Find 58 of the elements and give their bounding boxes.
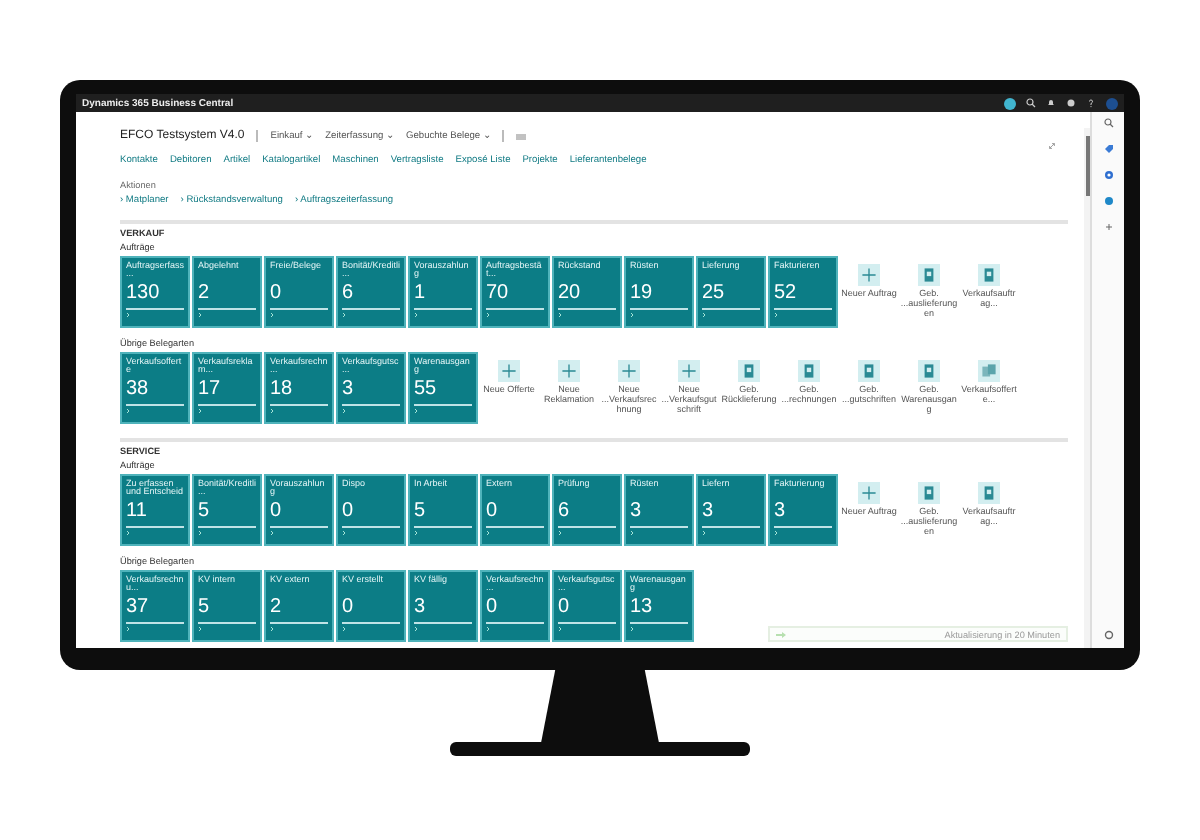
- help-icon[interactable]: [1086, 98, 1096, 108]
- stacked-pages-icon[interactable]: [978, 360, 1000, 382]
- tag-icon[interactable]: [1103, 144, 1113, 154]
- circle-icon[interactable]: [1103, 196, 1113, 206]
- expand-icon[interactable]: [1048, 142, 1056, 150]
- tile-count: 11: [126, 501, 149, 521]
- tile-count: 5: [198, 501, 212, 521]
- tile-count: 0: [486, 501, 500, 521]
- document-icon[interactable]: [918, 264, 940, 286]
- document-icon[interactable]: [918, 360, 940, 382]
- tile-count: 3: [630, 501, 644, 521]
- tile-count: 0: [486, 597, 500, 617]
- tile-count: 2: [270, 597, 284, 617]
- document-icon[interactable]: [978, 264, 1000, 286]
- tile-count: 0: [342, 501, 356, 521]
- tile-count: 38: [126, 379, 151, 399]
- tile-count: 1: [414, 283, 428, 303]
- document-icon[interactable]: [978, 482, 1000, 504]
- tile-count: 20: [558, 283, 583, 303]
- plus-icon[interactable]: [498, 360, 520, 382]
- tile-count: 3: [414, 597, 428, 617]
- tile-count: 130: [126, 283, 162, 303]
- circle-icon[interactable]: [1103, 170, 1113, 180]
- document-icon[interactable]: [918, 482, 940, 504]
- tile-count: 3: [342, 379, 356, 399]
- user-avatar-icon[interactable]: [1106, 97, 1118, 109]
- tile-count: 3: [702, 501, 716, 521]
- plus-icon[interactable]: [1103, 222, 1113, 232]
- plus-icon[interactable]: [558, 360, 580, 382]
- document-icon[interactable]: [798, 360, 820, 382]
- tile-count: 0: [270, 283, 284, 303]
- tile-count: 37: [126, 597, 151, 617]
- tile-count: 17: [198, 379, 223, 399]
- plus-icon[interactable]: [858, 264, 880, 286]
- tile-count: 25: [702, 283, 727, 303]
- tile-count: 13: [630, 597, 655, 617]
- bell-icon[interactable]: [1046, 98, 1056, 108]
- tile-count: 0: [270, 501, 284, 521]
- tile-count: 18: [270, 379, 295, 399]
- plus-icon[interactable]: [858, 482, 880, 504]
- tile-count: 0: [342, 597, 356, 617]
- tile-count: 52: [774, 283, 799, 303]
- tile-count: 2: [198, 283, 212, 303]
- tile-count: 6: [558, 501, 572, 521]
- tile-count: 55: [414, 379, 439, 399]
- search-icon[interactable]: [1103, 118, 1113, 128]
- document-icon[interactable]: [858, 360, 880, 382]
- tile-count: 6: [342, 283, 356, 303]
- tile-count: 5: [414, 501, 428, 521]
- tile-count: 3: [774, 501, 788, 521]
- plus-icon[interactable]: [618, 360, 640, 382]
- arrow-icon: [776, 631, 786, 637]
- plus-icon[interactable]: [678, 360, 700, 382]
- tile-count: 19: [630, 283, 655, 303]
- tile-count: 70: [486, 283, 511, 303]
- tile-count: 0: [558, 597, 572, 617]
- document-icon[interactable]: [738, 360, 760, 382]
- tile-count: 5: [198, 597, 212, 617]
